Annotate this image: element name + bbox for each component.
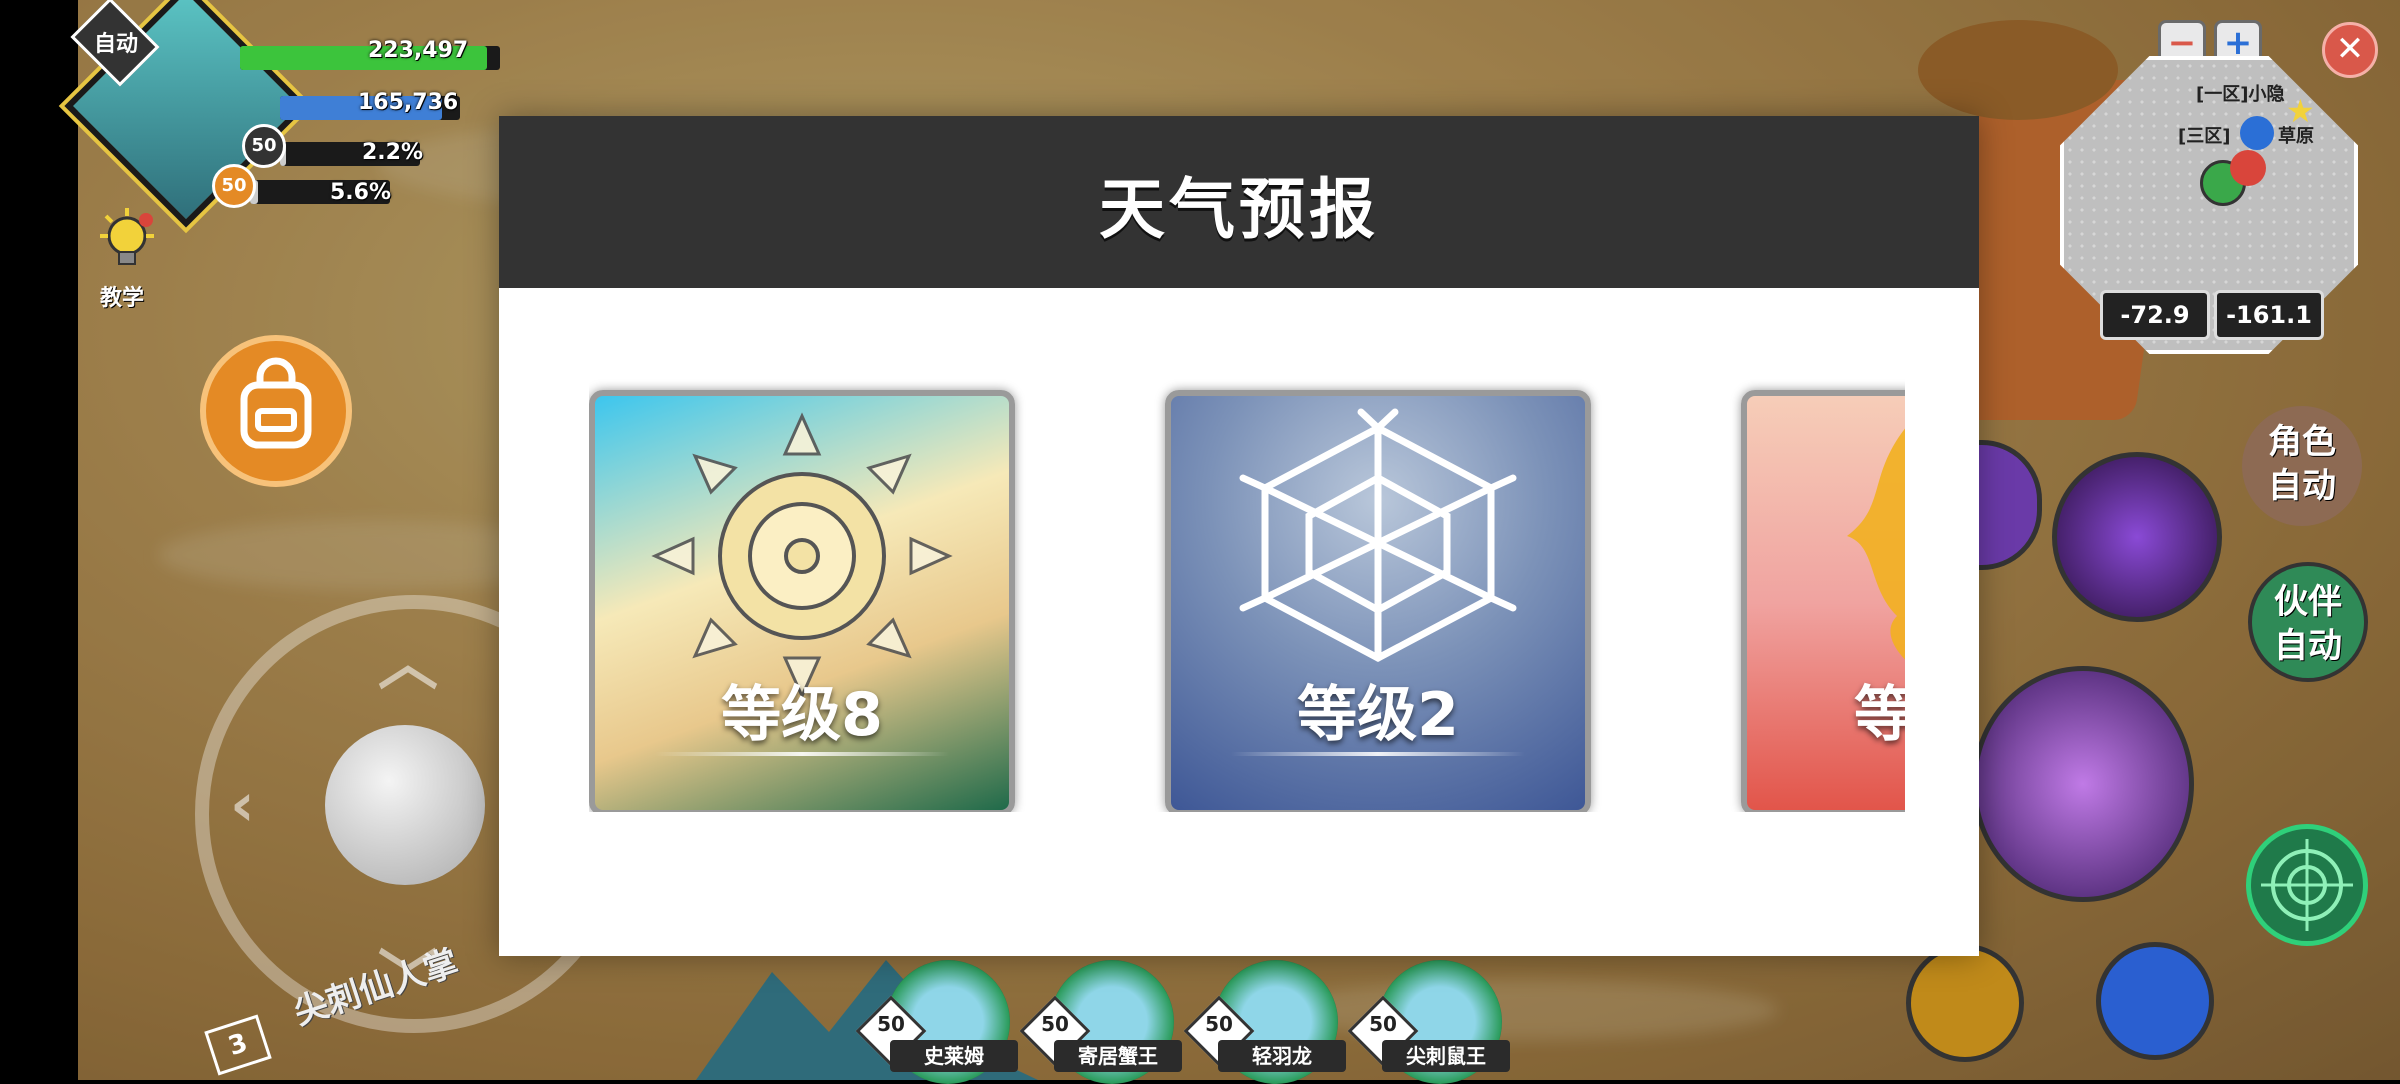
- weather-card-carousel[interactable]: 等级8 等级2 等: [589, 212, 1905, 812]
- partner-auto-button[interactable]: 伙伴 自动: [2248, 562, 2368, 682]
- pet-level: 50: [1205, 1012, 1233, 1036]
- backpack-button[interactable]: [200, 335, 352, 487]
- role-auto-button[interactable]: 角色 自动: [2242, 406, 2362, 526]
- partner-auto-line1: 伙伴: [2274, 582, 2342, 622]
- pet-level-badge: 50: [212, 164, 256, 208]
- weather-level-label: 等级2: [1297, 680, 1459, 750]
- dodge-button[interactable]: [2096, 942, 2214, 1060]
- lightbulb-icon[interactable]: [92, 206, 162, 276]
- tutorial-label: 教学: [100, 286, 145, 311]
- pet-name: 寄居蟹王: [1054, 1040, 1182, 1072]
- minimap-zone-2: [三区]: [2178, 126, 2231, 147]
- pet-level: 50: [1369, 1012, 1397, 1036]
- backpack-icon: [240, 357, 312, 449]
- role-auto-line1: 角色: [2268, 422, 2336, 462]
- pet-level: 50: [1041, 1012, 1069, 1036]
- partner-auto-line2: 自动: [2274, 626, 2342, 666]
- weather-level-label: 等: [1747, 666, 1905, 753]
- hp-value: 223,497: [368, 38, 469, 63]
- teleport-icon: [2240, 116, 2274, 150]
- weather-card-2[interactable]: 等级2: [1165, 390, 1591, 812]
- joystick-knob[interactable]: [325, 725, 485, 885]
- player-level-badge: 50: [242, 124, 286, 168]
- snowflake-icon: [1239, 408, 1517, 662]
- card-divider: [1231, 752, 1525, 756]
- skill-button-2[interactable]: [2052, 452, 2222, 622]
- exp-value-1: 2.2%: [362, 140, 424, 165]
- chevron-left-icon: ‹: [230, 770, 255, 840]
- fire-icon: [1847, 428, 1905, 660]
- auto-badge-label: 自动: [93, 32, 138, 57]
- weather-card-1[interactable]: 等级8: [589, 390, 1015, 812]
- star-icon: ★: [2286, 92, 2315, 130]
- pet-level: 50: [877, 1012, 905, 1036]
- coord-y: -161.1: [2214, 290, 2324, 340]
- weather-card-3[interactable]: 等: [1741, 390, 1905, 812]
- exp-value-2: 5.6%: [330, 180, 392, 205]
- coord-x: -72.9: [2100, 290, 2210, 340]
- crosshair-icon: [2261, 839, 2353, 931]
- sprint-button[interactable]: [1906, 944, 2024, 1062]
- minimap-zone-1: [一区]小隐: [2196, 84, 2285, 105]
- role-auto-line2: 自动: [2268, 466, 2336, 506]
- main-attack-button[interactable]: [1972, 666, 2194, 902]
- close-button[interactable]: ✕: [2322, 22, 2378, 78]
- pet-name: 史莱姆: [890, 1040, 1018, 1072]
- target-lock-button[interactable]: [2246, 824, 2368, 946]
- pet-name: 尖刺鼠王: [1382, 1040, 1510, 1072]
- mp-value: 165,736: [358, 90, 459, 115]
- card-divider: [655, 752, 949, 756]
- npc-marker-icon: [2230, 150, 2266, 186]
- sun-icon: [651, 412, 953, 700]
- chevron-up-icon: ︿: [378, 629, 438, 699]
- weather-level-label: 等级8: [721, 680, 883, 750]
- pet-name: 轻羽龙: [1218, 1040, 1346, 1072]
